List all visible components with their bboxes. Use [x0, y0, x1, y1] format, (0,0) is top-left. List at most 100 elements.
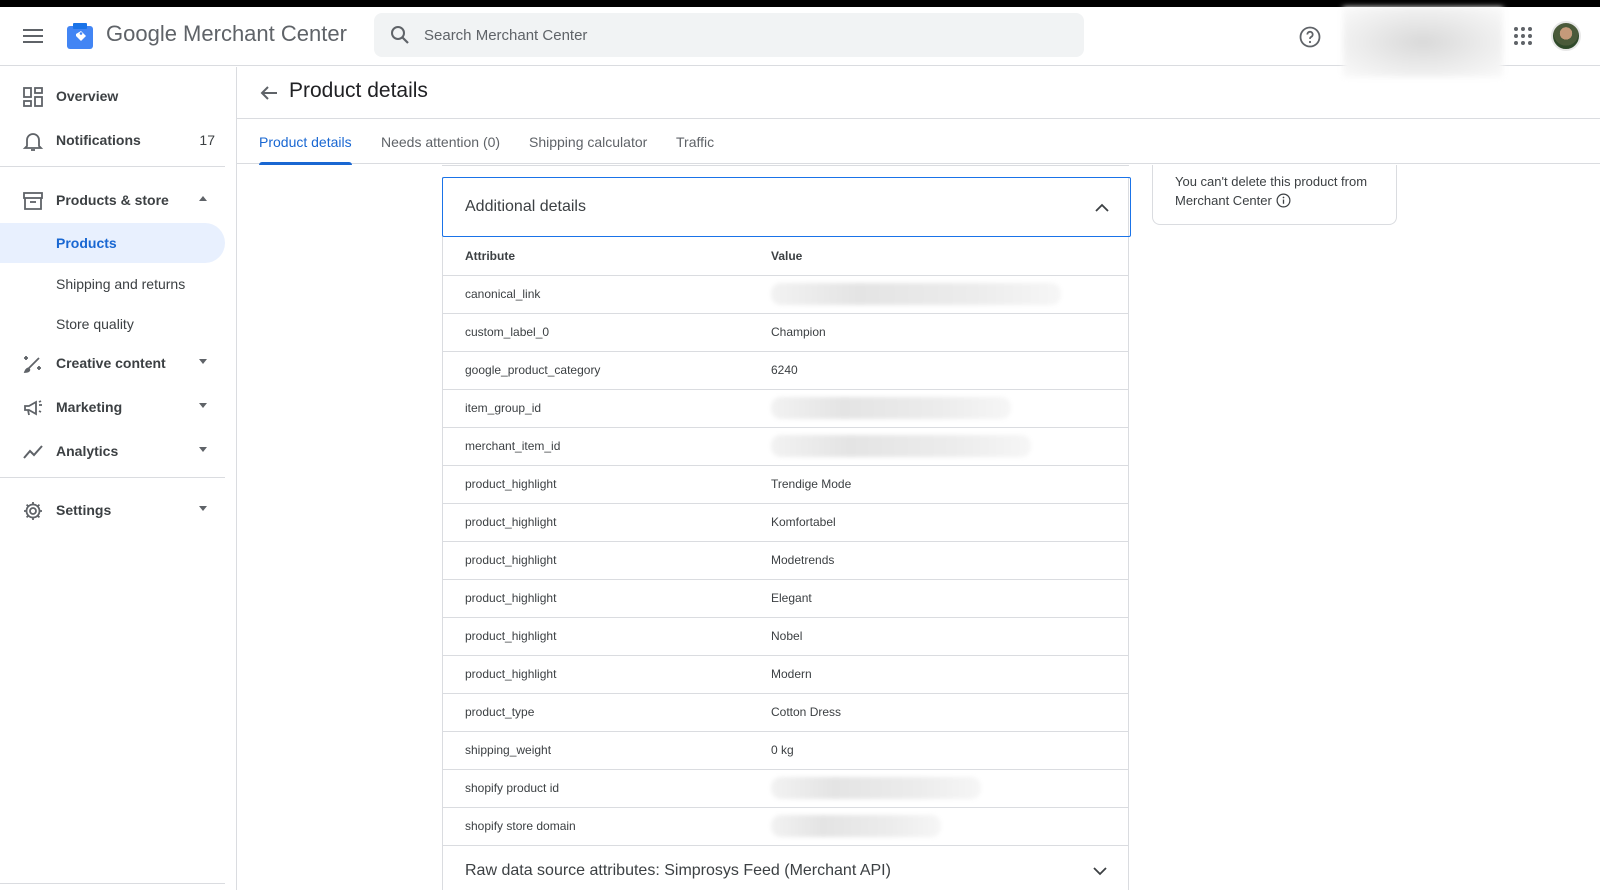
sidebar: Overview Notifications 17 Products & sto…	[0, 67, 237, 890]
tab-shipping-calculator[interactable]: Shipping calculator	[529, 120, 647, 164]
gear-icon	[24, 502, 42, 520]
sidebar-item-label: Overview	[56, 88, 119, 104]
megaphone-icon	[24, 400, 42, 416]
table-row: product_highlight Elegant	[443, 579, 1128, 618]
merchant-center-logo-icon	[67, 23, 93, 49]
redacted-value	[771, 815, 941, 837]
attribute-cell: product_highlight	[443, 541, 771, 580]
sidebar-item-products-store[interactable]: Products & store	[0, 180, 225, 220]
attribute-cell: google_product_category	[443, 351, 771, 390]
raw-data-source-title: Raw data source attributes: Simprosys Fe…	[465, 861, 891, 879]
caret-down-icon	[199, 447, 207, 452]
value-cell	[771, 427, 1128, 466]
additional-details-header[interactable]: Additional details	[442, 177, 1131, 237]
attribute-cell: product_highlight	[443, 655, 771, 694]
sidebar-item-label: Creative content	[56, 355, 166, 371]
caret-down-icon	[199, 403, 207, 408]
table-row: shipping_weight 0 kg	[443, 731, 1128, 770]
column-header-value: Value	[771, 237, 1128, 276]
user-avatar[interactable]	[1551, 21, 1581, 51]
top-black-strip	[0, 0, 1600, 7]
attribute-cell: merchant_item_id	[443, 427, 771, 466]
sidebar-item-settings[interactable]: Settings	[0, 490, 225, 530]
bell-icon	[22, 133, 44, 151]
help-icon[interactable]	[1298, 25, 1322, 49]
table-row: canonical_link	[443, 275, 1128, 314]
attribute-cell: product_type	[443, 693, 771, 732]
delete-info-text: You can't delete this product from Merch…	[1175, 174, 1368, 208]
tab-traffic[interactable]: Traffic	[676, 120, 714, 164]
attribute-cell: product_highlight	[443, 465, 771, 504]
sidebar-subitem-label: Products	[56, 235, 117, 251]
chevron-down-icon[interactable]	[1090, 861, 1110, 881]
attributes-table: Attribute Value canonical_link custom_lab…	[443, 237, 1128, 846]
chevron-up-icon[interactable]	[1092, 198, 1112, 218]
table-row: shopify store domain	[443, 807, 1128, 846]
caret-up-icon	[199, 196, 207, 201]
attribute-cell: product_highlight	[443, 617, 771, 656]
sidebar-item-label: Products & store	[56, 192, 169, 208]
caret-down-icon	[199, 359, 207, 364]
attribute-cell: product_highlight	[443, 503, 771, 542]
sidebar-item-label: Analytics	[56, 443, 119, 459]
value-cell	[771, 275, 1128, 314]
raw-data-source-header[interactable]: Raw data source attributes: Simprosys Fe…	[443, 846, 1128, 890]
attributes-table-body: canonical_link custom_label_0 Champion goog…	[443, 275, 1128, 846]
sidebar-item-overview[interactable]: Overview	[0, 76, 225, 116]
table-row: product_highlight Modern	[443, 655, 1128, 694]
tab-needs-attention[interactable]: Needs attention (0)	[381, 120, 500, 164]
table-header-row: Attribute Value	[443, 237, 1128, 276]
sidebar-subitem-shipping-returns[interactable]: Shipping and returns	[0, 264, 225, 304]
attribute-cell: shopify store domain	[443, 807, 771, 846]
sidebar-item-creative-content[interactable]: Creative content	[0, 343, 225, 383]
redacted-value	[771, 777, 981, 799]
sidebar-item-label: Marketing	[56, 399, 123, 415]
value-cell: Nobel	[771, 617, 1128, 656]
sidebar-subitem-label: Store quality	[56, 316, 134, 332]
search-bar[interactable]	[374, 13, 1084, 57]
store-box-icon	[23, 192, 43, 210]
additional-details-title: Additional details	[465, 198, 586, 215]
sidebar-item-marketing[interactable]: Marketing	[0, 387, 225, 427]
previous-card-edge	[442, 165, 1129, 166]
info-icon[interactable]	[1276, 193, 1291, 208]
redacted-value	[771, 397, 1011, 419]
main-menu-button[interactable]	[20, 23, 46, 49]
back-arrow-icon[interactable]	[257, 81, 281, 105]
attribute-cell: shopify product id	[443, 769, 771, 808]
redacted-value	[771, 283, 1061, 305]
table-row: product_highlight Nobel	[443, 617, 1128, 656]
tab-bar: Product details Needs attention (0) Ship…	[237, 120, 1600, 165]
table-row: item_group_id	[443, 389, 1128, 428]
value-cell: Cotton Dress	[771, 693, 1128, 732]
attribute-cell: item_group_id	[443, 389, 771, 428]
sidebar-item-notifications[interactable]: Notifications 17	[0, 120, 225, 160]
search-input[interactable]	[424, 13, 1064, 57]
search-icon	[391, 26, 409, 44]
value-cell: Elegant	[771, 579, 1128, 618]
sidebar-subitem-products[interactable]: Products	[0, 223, 225, 263]
sidebar-divider	[0, 166, 225, 167]
value-cell: 0 kg	[771, 731, 1128, 770]
sidebar-item-label: Settings	[56, 502, 112, 518]
dashboard-icon	[23, 87, 43, 107]
sidebar-subitem-store-quality[interactable]: Store quality	[0, 304, 225, 344]
app-header: Google Merchant Center	[0, 7, 1600, 77]
table-row: custom_label_0 Champion	[443, 313, 1128, 352]
value-cell: Modetrends	[771, 541, 1128, 580]
delete-info-card: You can't delete this product from Merch…	[1152, 165, 1397, 225]
brand-title[interactable]: Google Merchant Center	[106, 21, 347, 47]
sidebar-subitem-label: Shipping and returns	[56, 276, 186, 292]
value-cell	[771, 807, 1128, 846]
value-cell: Champion	[771, 313, 1128, 352]
sidebar-item-label: Notifications	[56, 132, 141, 148]
value-cell: Modern	[771, 655, 1128, 694]
table-row: shopify product id	[443, 769, 1128, 808]
apps-grid-icon[interactable]	[1512, 25, 1534, 47]
sidebar-item-analytics[interactable]: Analytics	[0, 431, 225, 471]
tab-product-details[interactable]: Product details	[259, 120, 352, 165]
value-cell: Komfortabel	[771, 503, 1128, 542]
sidebar-divider	[0, 477, 225, 478]
hamburger-menu-icon	[23, 29, 43, 43]
attribute-cell: custom_label_0	[443, 313, 771, 352]
